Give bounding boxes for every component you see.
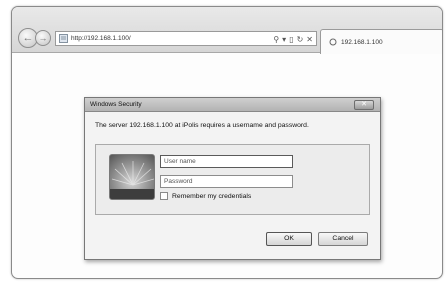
forward-arrow-icon: →	[38, 32, 48, 43]
close-button[interactable]: ✕	[354, 100, 374, 110]
stop-icon[interactable]: ✕	[306, 35, 313, 44]
forward-button[interactable]: →	[35, 30, 51, 46]
refresh-icon[interactable]: ↻	[297, 35, 304, 44]
back-arrow-icon: ←	[22, 31, 34, 44]
dialog-titlebar: Windows Security ✕	[85, 98, 380, 112]
password-field[interactable]	[160, 175, 293, 188]
remember-checkbox[interactable]	[160, 192, 168, 200]
address-text: http://192.168.1.100/	[71, 35, 131, 42]
cancel-button[interactable]: Cancel	[318, 232, 368, 246]
username-field[interactable]	[160, 155, 293, 168]
windows-security-dialog: Windows Security ✕ The server 192.168.1.…	[84, 97, 381, 260]
tab-title: 192.168.1.100	[341, 38, 383, 46]
dialog-title: Windows Security	[90, 101, 142, 108]
credential-tile-icon	[109, 154, 155, 200]
browser-tab[interactable]: 192.168.1.100	[320, 29, 442, 54]
browser-toolbar: ← → http://192.168.1.100/ ⚲ ▾ ▯ ↻ ✕ 192.…	[12, 7, 442, 54]
compatibility-view-icon[interactable]: ▯	[289, 35, 293, 44]
remember-label: Remember my credentials	[172, 192, 252, 200]
search-icon[interactable]: ⚲	[273, 35, 279, 44]
address-controls: ⚲ ▾ ▯ ↻ ✕	[273, 33, 313, 45]
loading-icon	[329, 38, 337, 46]
remember-credentials[interactable]: Remember my credentials	[160, 192, 251, 200]
page-icon	[59, 34, 68, 43]
close-icon: ✕	[361, 101, 367, 108]
chevron-down-icon[interactable]: ▾	[282, 35, 286, 44]
credential-panel: Remember my credentials	[95, 144, 370, 215]
ok-button[interactable]: OK	[266, 232, 312, 246]
dialog-message: The server 192.168.1.100 at iPolis requi…	[95, 122, 309, 129]
address-bar[interactable]: http://192.168.1.100/ ⚲ ▾ ▯ ↻ ✕	[55, 31, 317, 46]
